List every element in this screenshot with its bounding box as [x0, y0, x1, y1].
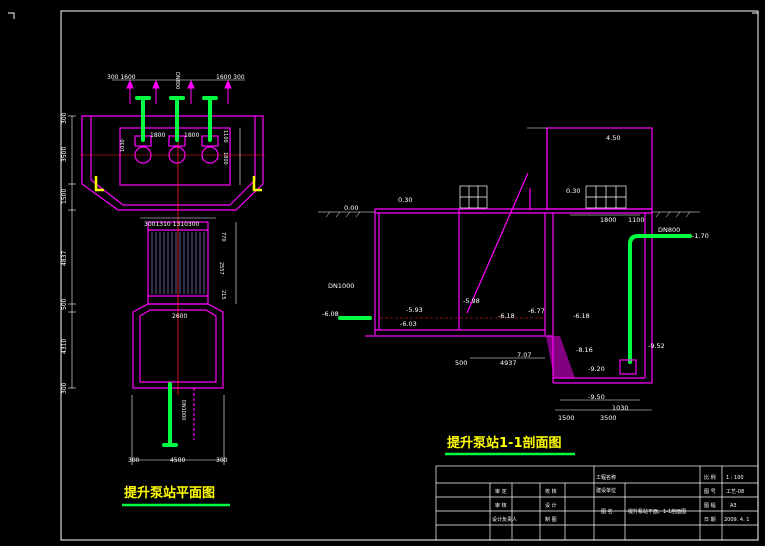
label-d-1100: 1100: [628, 216, 645, 224]
section-inclined-screen: [466, 172, 529, 314]
section-pipes: [338, 234, 692, 364]
plan-title: 提升泵站平面图: [124, 485, 215, 501]
tb-r1-c5: 提升泵站平面、1-1剖面图: [628, 508, 686, 515]
label-el-952: -9.52: [648, 342, 665, 350]
section-windows: [459, 185, 627, 209]
label-d-4937: 4937: [500, 359, 517, 367]
section-view: [365, 127, 653, 384]
label-d-1030: 1030: [612, 404, 629, 412]
label-el-618: -6.18: [498, 312, 515, 320]
label-el-170: -1.70: [692, 232, 709, 240]
label-d-1500: 1500: [558, 414, 575, 422]
label-top-450: 4.50: [606, 134, 620, 142]
plan-dim-mid: 3001310 1310300: [144, 221, 200, 228]
tb-project-sub: 建设单位: [596, 487, 616, 494]
tb-r1-c4: 图 名: [601, 508, 613, 515]
label-el-030b: 0.30: [566, 187, 580, 195]
submersible-pump: [619, 359, 637, 375]
plan-dim-top-right: 1600 300: [216, 74, 245, 81]
plan-dim-1030: 1030: [120, 139, 126, 152]
section-markers: [94, 176, 262, 192]
label-el-608: -6.08: [322, 310, 339, 318]
label-d-500: 500: [455, 359, 467, 367]
tb-r0-c7: 比 例: [704, 474, 716, 481]
label-dn800: DN800: [658, 226, 680, 234]
tb-r1-c8: 工艺-08: [726, 489, 744, 495]
label-el-030a: 0.30: [398, 196, 412, 204]
tb-r2-c2: 制 图: [545, 516, 557, 523]
plan-dim-4837: 4837: [61, 251, 68, 266]
tb-r3-c7: 日 期: [704, 517, 716, 523]
plan-dim-3500: 3500: [61, 147, 68, 162]
plan-dim-4310: 4310: [61, 339, 68, 354]
tb-r0-c8: 1 : 100: [726, 475, 744, 481]
label-el-598: -5.98: [463, 297, 480, 305]
plan-dim-1100: 1100: [222, 130, 228, 143]
label-el-950: -9.50: [588, 393, 605, 401]
plan-dim-1800a: 1800: [150, 132, 165, 139]
plan-dim-215: 215: [220, 290, 226, 300]
label-el-603: -6.03: [400, 320, 417, 328]
label-el-000: 0.00: [344, 204, 358, 212]
plan-pipe-dn-label: DN800: [174, 72, 180, 89]
plan-dim-bottom-300b: 300: [216, 457, 228, 464]
plan-dim-1800b: 1800: [184, 132, 199, 139]
plan-dim-bottom-300a: 300: [128, 457, 140, 464]
label-inlet-dn: DN1000: [328, 282, 354, 290]
plan-dim-300b: 300: [61, 382, 68, 394]
plan-dim-4500: 4500: [170, 457, 185, 464]
label-el-593: -5.93: [406, 306, 423, 314]
plan-dim-500: 500: [61, 298, 68, 310]
tb-r3-c8: 2009. 4. 1: [724, 517, 749, 523]
plan-dim-1800: 1800: [222, 152, 228, 165]
tb-project-label: 工程名称: [596, 474, 616, 481]
tb-r1-c2: 设 计: [545, 502, 557, 509]
tb-r2-c7: 图 幅: [704, 502, 716, 509]
plan-dim-1500: 1500: [61, 189, 68, 204]
label-d-1800: 1800: [600, 216, 617, 224]
title-block-text: 工程名称 建设单位 审 定 校 核 比 例 1 : 100 审 核 设 计 图 …: [492, 474, 749, 523]
section-title: 提升泵站1-1剖面图: [447, 435, 562, 451]
plan-dim-top-left: 300 1600: [107, 74, 136, 81]
tb-r1-c0: 审 核: [495, 502, 507, 509]
label-el-920: -9.20: [588, 365, 605, 373]
plan-outlet-pipe: [162, 382, 178, 447]
cad-drawing: 300 1600 1600 300 DN800 300 3500 1500 48…: [8, 10, 759, 541]
tb-r1-c7: 图 号: [704, 489, 716, 495]
label-d-707: 7.07: [517, 351, 531, 359]
corner-mark: [8, 12, 758, 19]
plan-dim-300: 300: [61, 112, 68, 124]
plan-dim-2600: 2600: [172, 313, 187, 320]
tb-r2-c8: A3: [730, 503, 737, 509]
label-d-3500: 3500: [600, 414, 617, 422]
label-el-618b: -6.18: [573, 312, 590, 320]
sump-gravel: [546, 336, 575, 378]
drawing-frame: [60, 10, 759, 541]
plan-dim-2557: 2557: [218, 262, 224, 275]
plan-inlet-text: DN1000: [180, 400, 186, 420]
plan-dim-770: 770: [220, 232, 226, 242]
tb-r0-c0: 审 定: [495, 488, 507, 495]
label-el-816: -8.16: [576, 346, 593, 354]
tb-r0-c2: 校 核: [545, 488, 557, 495]
label-el-677: -6.77: [528, 307, 545, 315]
tb-r2-c0: 设计负责人: [492, 516, 517, 523]
plan-upper-tank: [81, 115, 264, 211]
section-labels: 4.50 0.30 0.00 0.30 1800 1100 DN800 -1.7…: [322, 134, 709, 422]
